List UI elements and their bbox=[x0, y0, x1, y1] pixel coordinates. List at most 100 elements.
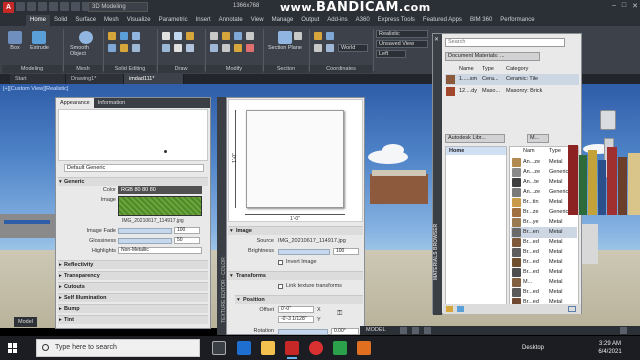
texture-preview[interactable]: 1'-0" 1'-0" bbox=[228, 99, 363, 222]
section-transforms[interactable]: Transforms bbox=[228, 271, 363, 280]
image-fade-slider[interactable] bbox=[118, 228, 172, 234]
start-button[interactable] bbox=[8, 343, 18, 353]
maximize-icon[interactable]: □ bbox=[622, 2, 626, 10]
mirror-icon[interactable] bbox=[246, 32, 254, 40]
ribbon-tab-bim-360[interactable]: BIM 360 bbox=[466, 15, 496, 26]
view-dropdown[interactable]: Unsaved View bbox=[376, 40, 428, 48]
app-icon[interactable] bbox=[333, 341, 347, 355]
section-generic[interactable]: Generic bbox=[58, 177, 208, 186]
material-search-input[interactable]: Search bbox=[445, 38, 565, 47]
arc-icon[interactable] bbox=[162, 44, 170, 52]
bandicam-taskbar-icon[interactable] bbox=[309, 341, 323, 355]
highlights-dropdown[interactable]: Non-Metallic bbox=[118, 247, 202, 254]
open-icon[interactable] bbox=[27, 2, 36, 11]
ucs-world-icon[interactable] bbox=[326, 32, 334, 40]
ribbon-tab-manage[interactable]: Manage bbox=[268, 15, 298, 26]
list-column-name[interactable]: Nam bbox=[523, 148, 535, 154]
library-menu[interactable]: M... bbox=[527, 134, 549, 143]
document-material-row[interactable]: 12....dy Maso... Masonry: Brick bbox=[445, 86, 579, 97]
close-icon[interactable]: ✕ bbox=[632, 2, 638, 10]
intersect-icon[interactable] bbox=[132, 32, 140, 40]
smooth-object-button[interactable]: Smooth Object bbox=[70, 31, 102, 57]
ribbon-tab-add-ins[interactable]: Add-ins bbox=[323, 15, 351, 26]
copy-icon[interactable] bbox=[234, 32, 242, 40]
fillet-edge-icon[interactable] bbox=[132, 44, 140, 52]
undo-icon[interactable] bbox=[71, 2, 80, 11]
section-settings-icon[interactable] bbox=[294, 32, 302, 40]
ribbon-tab-mesh[interactable]: Mesh bbox=[100, 15, 123, 26]
erase-icon[interactable] bbox=[246, 44, 254, 52]
section-position[interactable]: Position bbox=[235, 295, 363, 304]
column-name[interactable]: Name bbox=[459, 66, 474, 72]
folder-icon[interactable] bbox=[446, 306, 453, 312]
tree-home[interactable]: Home bbox=[446, 147, 506, 155]
hatch-icon[interactable] bbox=[186, 44, 194, 52]
create-material-icon[interactable] bbox=[457, 306, 464, 312]
ribbon-tab-surface[interactable]: Surface bbox=[71, 15, 100, 26]
polyline-icon[interactable] bbox=[174, 32, 182, 40]
list-column-type[interactable]: Type bbox=[549, 148, 561, 154]
new-icon[interactable] bbox=[16, 2, 25, 11]
ribbon-tab-a360[interactable]: A360 bbox=[352, 15, 374, 26]
glossiness-slider[interactable] bbox=[118, 238, 172, 244]
material-preview[interactable] bbox=[58, 109, 208, 161]
brightness-slider[interactable] bbox=[278, 249, 330, 255]
snap-icon[interactable] bbox=[412, 327, 419, 334]
rotation-value[interactable]: 0.00° bbox=[331, 328, 359, 335]
ribbon-tab-performance[interactable]: Performance bbox=[496, 15, 538, 26]
ucs-view-icon[interactable] bbox=[326, 44, 334, 52]
ribbon-tab-parametric[interactable]: Parametric bbox=[155, 15, 192, 26]
section-transparency[interactable]: Transparency bbox=[58, 271, 208, 280]
ucs-origin-icon[interactable] bbox=[314, 44, 322, 52]
offset-y-field[interactable]: -0'-3 1/128" bbox=[278, 316, 314, 323]
close-icon[interactable]: ✕ bbox=[434, 36, 439, 43]
ribbon-tab-annotate[interactable]: Annotate bbox=[215, 15, 247, 26]
grid-icon[interactable] bbox=[400, 327, 407, 334]
column-category[interactable]: Category bbox=[506, 66, 528, 72]
ribbon-tab-home[interactable]: Home bbox=[26, 15, 51, 26]
glossiness-value[interactable]: 50 bbox=[174, 237, 200, 244]
section-tint[interactable]: Tint bbox=[58, 315, 208, 324]
line-icon[interactable] bbox=[162, 32, 170, 40]
minimize-icon[interactable]: – bbox=[612, 2, 616, 10]
material-name-field[interactable]: Default Generic bbox=[64, 164, 204, 172]
image-thumbnail[interactable] bbox=[118, 196, 202, 216]
invert-image-checkbox[interactable] bbox=[278, 260, 283, 265]
tab-appearance[interactable]: Appearance bbox=[56, 98, 94, 108]
ribbon-tab-visualize[interactable]: Visualize bbox=[123, 15, 155, 26]
visual-style-dropdown[interactable]: Realistic bbox=[376, 30, 428, 38]
section-reflectivity[interactable]: Reflectivity bbox=[58, 260, 208, 269]
plot-icon[interactable] bbox=[60, 2, 69, 11]
circle-icon[interactable] bbox=[186, 32, 194, 40]
ortho-icon[interactable] bbox=[424, 327, 431, 334]
brightness-value[interactable]: 100 bbox=[333, 248, 359, 255]
subtract-icon[interactable] bbox=[120, 32, 128, 40]
preview-options-icon[interactable] bbox=[164, 150, 167, 153]
file-tab-drawing1[interactable]: Drawing1* bbox=[66, 74, 124, 84]
rectangle-icon[interactable] bbox=[174, 44, 182, 52]
ribbon-tab-solid[interactable]: Solid bbox=[50, 15, 71, 26]
section-self-illumination[interactable]: Self Illumination bbox=[58, 293, 208, 302]
file-explorer-icon[interactable] bbox=[261, 341, 275, 355]
file-tab-imdad111[interactable]: imdad111* bbox=[124, 74, 184, 84]
save-icon[interactable] bbox=[38, 2, 47, 11]
section-image[interactable]: Image bbox=[228, 226, 363, 235]
customize-icon[interactable] bbox=[620, 327, 627, 334]
source-file[interactable]: IMG_20210617_114917.jpg bbox=[278, 238, 346, 244]
lock-icon[interactable]: ⚿ bbox=[337, 310, 342, 318]
column-type[interactable]: Type bbox=[482, 66, 494, 72]
array-icon[interactable] bbox=[234, 44, 242, 52]
library-dropdown[interactable]: Autodesk Libr... bbox=[445, 134, 505, 143]
union-icon[interactable] bbox=[108, 32, 116, 40]
desktop-toolbar[interactable]: Desktop bbox=[522, 345, 544, 351]
ribbon-tab-featured-apps[interactable]: Featured Apps bbox=[419, 15, 466, 26]
offset-x-field[interactable]: 0'-0" bbox=[278, 306, 314, 313]
view-direction-dropdown[interactable]: Left bbox=[376, 50, 406, 58]
ribbon-tab-express-tools[interactable]: Express Tools bbox=[374, 15, 419, 26]
ribbon-tab-insert[interactable]: Insert bbox=[192, 15, 215, 26]
rotation-slider[interactable] bbox=[278, 329, 328, 335]
rotate-icon[interactable] bbox=[222, 32, 230, 40]
section-cutouts[interactable]: Cutouts bbox=[58, 282, 208, 291]
tab-information[interactable]: Information bbox=[94, 98, 130, 108]
box-button[interactable]: Box bbox=[8, 31, 22, 51]
